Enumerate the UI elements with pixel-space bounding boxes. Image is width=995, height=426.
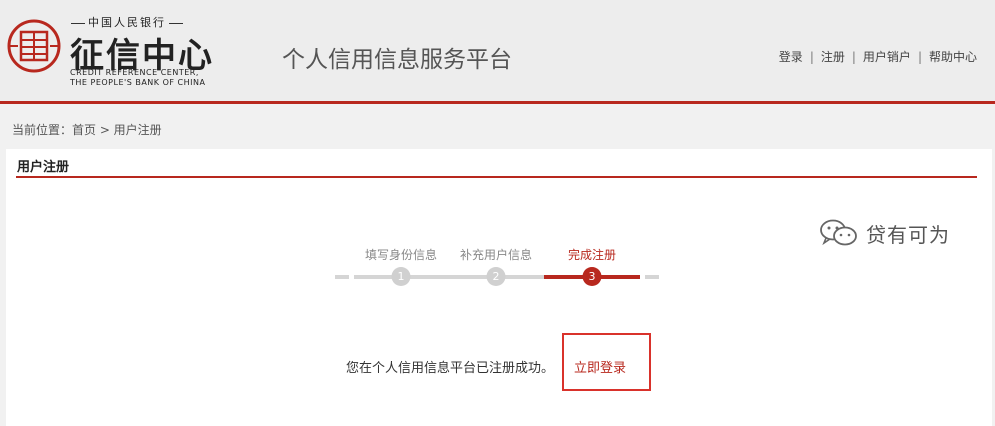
step-2-marker: 2 [486, 267, 506, 286]
watermark-text: 贷有可为 [866, 223, 950, 247]
credit-center-seal-icon [7, 19, 61, 73]
login-link[interactable]: 登录 [779, 50, 803, 64]
step-3-marker: 3 [582, 267, 602, 286]
site-title: 个人信用信息服务平台 [282, 47, 512, 73]
nav-separator: | [917, 50, 922, 64]
step-2-label: 补充用户信息 [459, 248, 533, 262]
site-logo[interactable]: 中国人民银行 征信中心 CREDIT REFERENCE CENTER, THE… [6, 12, 216, 92]
step-bar-completed [354, 275, 544, 279]
breadcrumb: 当前位置：首页 > 用户注册 [12, 123, 162, 137]
logo-english-text: CREDIT REFERENCE CENTER, THE PEOPLE'S BA… [70, 68, 206, 87]
site-header: 中国人民银行 征信中心 CREDIT REFERENCE CENTER, THE… [0, 0, 995, 104]
step-1-label: 填写身份信息 [364, 248, 438, 262]
register-link[interactable]: 注册 [821, 50, 845, 64]
step-1-marker: 1 [391, 267, 411, 286]
wechat-official-account-icon [820, 219, 857, 246]
nav-separator: | [851, 50, 856, 64]
step-bar-right-cap [645, 275, 659, 279]
step-3-label: 完成注册 [567, 248, 617, 262]
nav-separator: | [809, 50, 814, 64]
registration-panel: 用户注册 填写身份信息 补充用户信息 完成注册 1 2 3 您在个人信用信息平台… [6, 149, 992, 426]
top-nav-links: 登录 | 注册 | 用户销户 | 帮助中心 [779, 48, 977, 65]
account-cancel-link[interactable]: 用户销户 [863, 50, 911, 64]
success-message: 您在个人信用信息平台已注册成功。 [346, 361, 555, 376]
panel-title: 用户注册 [17, 160, 70, 175]
step-bar-left-cap [335, 275, 349, 279]
login-now-link[interactable]: 立即登录 [574, 357, 626, 376]
panel-divider [16, 176, 977, 178]
help-center-link[interactable]: 帮助中心 [929, 50, 977, 64]
